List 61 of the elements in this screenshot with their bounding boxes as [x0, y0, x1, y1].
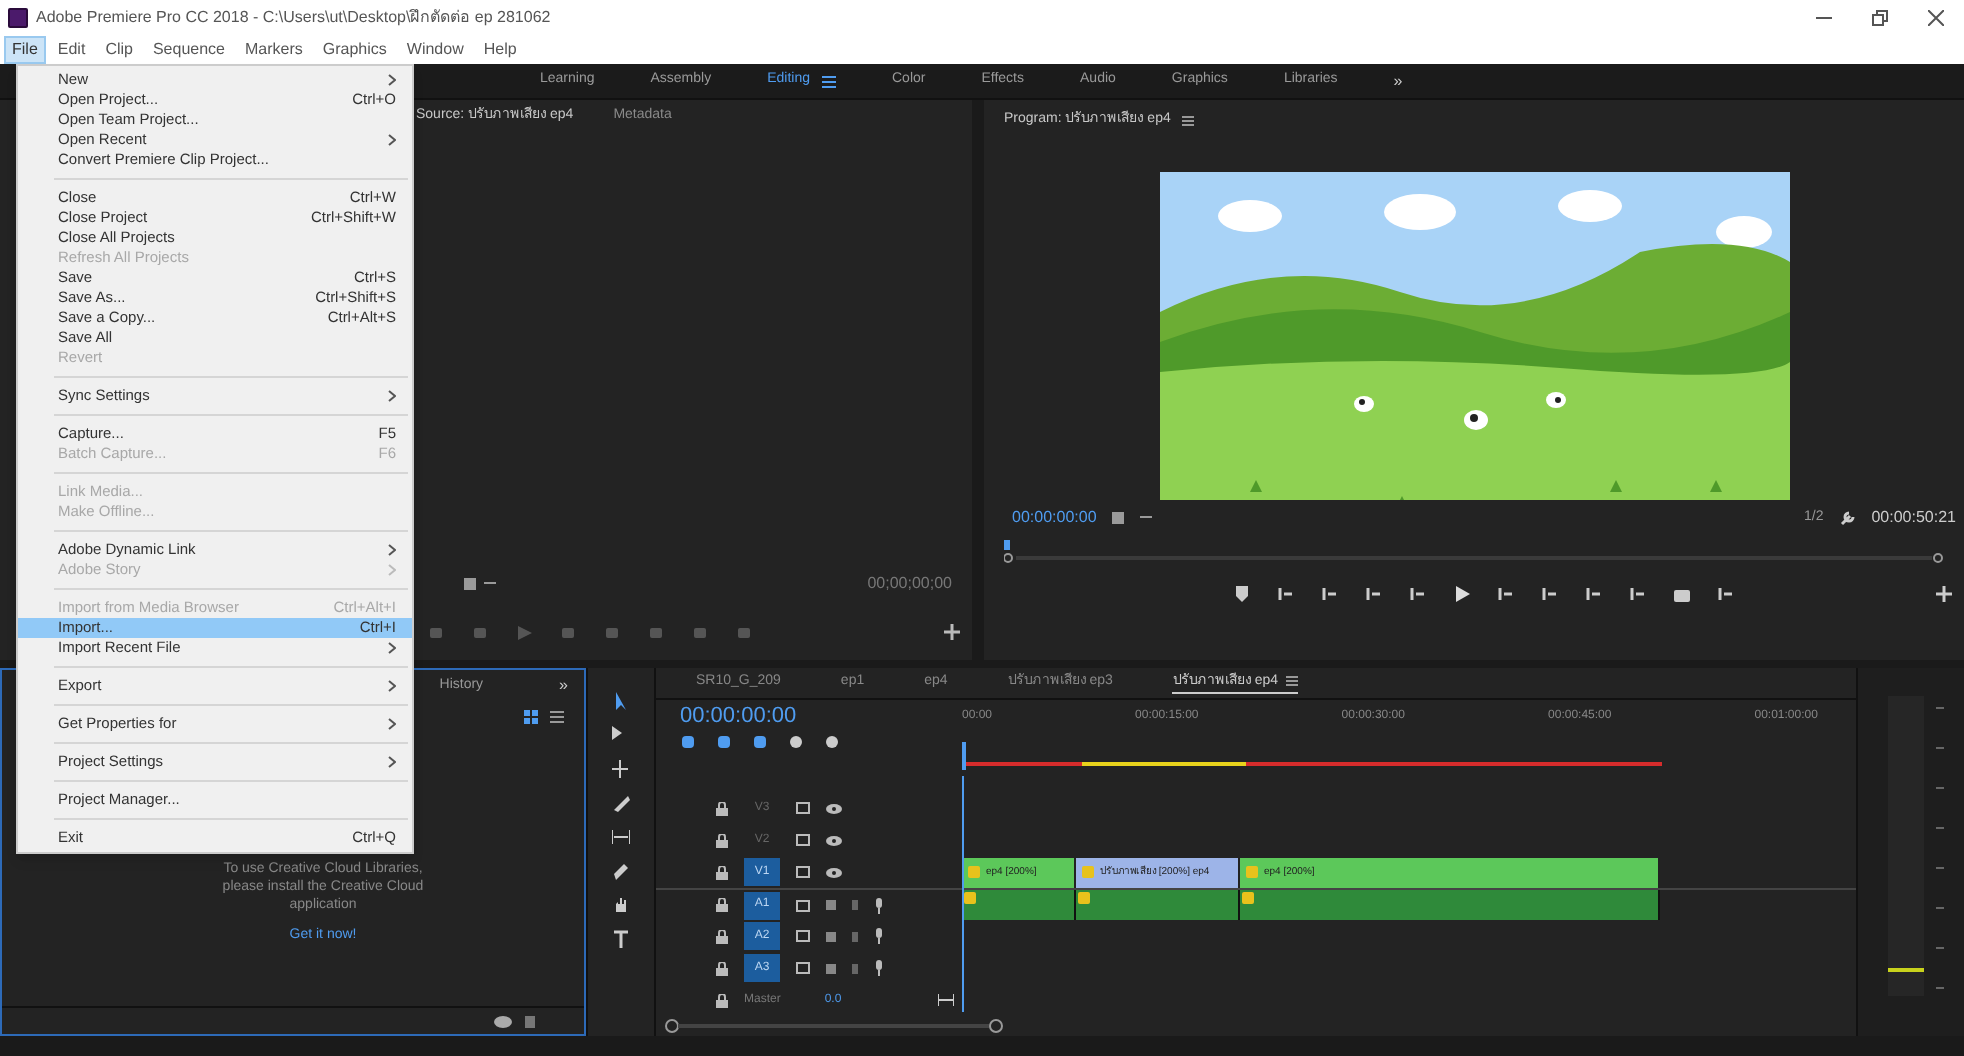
audio-clip[interactable]: [1076, 890, 1240, 921]
sync-lock-icon[interactable]: [796, 866, 810, 879]
ripple-edit-icon[interactable]: [612, 760, 630, 778]
lock-icon[interactable]: [716, 929, 728, 944]
audio-clip[interactable]: [962, 890, 1076, 921]
type-tool-icon[interactable]: [612, 930, 630, 948]
lock-icon[interactable]: [716, 993, 728, 1008]
menu-item[interactable]: Help: [475, 36, 525, 64]
fit-tracks-icon[interactable]: [938, 994, 954, 1007]
grid-view-icon[interactable]: [524, 709, 538, 723]
microphone-icon[interactable]: [874, 928, 884, 945]
lock-icon[interactable]: [716, 898, 728, 913]
hand-icon[interactable]: [612, 896, 630, 914]
sequence-timecode[interactable]: 00:00:00:00: [680, 703, 962, 728]
eye-icon[interactable]: [826, 867, 842, 878]
microphone-icon[interactable]: [874, 960, 884, 977]
pen-icon[interactable]: [612, 862, 630, 880]
menu-item[interactable]: Sequence: [144, 36, 233, 64]
close-icon[interactable]: [1928, 10, 1944, 26]
menu-icon: [822, 75, 836, 87]
lock-icon[interactable]: [716, 801, 728, 816]
window-title: Adobe Premiere Pro CC 2018 - C:\Users\ut\Desktop\ฝึกตัดต่อ ep 281062: [36, 6, 551, 30]
cloud-icon[interactable]: [494, 1014, 512, 1028]
sync-lock-icon[interactable]: [796, 899, 810, 912]
menu-item[interactable]: Clip: [97, 36, 141, 64]
razor-icon[interactable]: [612, 794, 630, 812]
eye-icon[interactable]: [826, 803, 842, 814]
play-icon[interactable]: [1454, 586, 1470, 602]
sync-lock-icon[interactable]: [796, 802, 810, 815]
source-timecode: 00;00;00;00: [867, 572, 952, 596]
lock-icon[interactable]: [716, 961, 728, 976]
panel-menu-icon[interactable]: [1182, 115, 1195, 125]
lock-icon[interactable]: [716, 833, 728, 848]
microphone-icon[interactable]: [874, 897, 884, 914]
wrench-icon[interactable]: [1839, 510, 1856, 526]
marker-icon[interactable]: [1234, 586, 1250, 602]
selection-tool-icon[interactable]: [612, 692, 630, 710]
audio-clip[interactable]: [1240, 890, 1660, 921]
more-panels-button[interactable]: »: [559, 674, 568, 698]
add-button-icon[interactable]: [1936, 586, 1952, 602]
menu-item[interactable]: Window: [398, 36, 472, 64]
app-icon: [8, 8, 28, 28]
add-button-icon[interactable]: [944, 624, 960, 640]
sync-lock-icon[interactable]: [796, 962, 810, 975]
eye-icon[interactable]: [826, 835, 842, 846]
lock-icon[interactable]: [716, 865, 728, 880]
zoom-dropdown-icon: [464, 578, 496, 590]
sync-lock-icon[interactable]: [796, 834, 810, 847]
menu-item[interactable]: Graphics: [314, 36, 395, 64]
more-workspaces-button[interactable]: »: [1393, 69, 1403, 93]
menu-item[interactable]: File: [4, 36, 46, 64]
program-current-time[interactable]: 00:00:00:00: [1012, 506, 1097, 530]
menu-item[interactable]: Edit: [49, 36, 94, 64]
fit-dropdown-icon: [1112, 512, 1153, 524]
list-view-icon[interactable]: [550, 709, 564, 723]
menu-item[interactable]: Markers: [237, 36, 311, 64]
restore-icon[interactable]: [1872, 10, 1888, 26]
sync-lock-icon[interactable]: [796, 930, 810, 943]
panel-menu-icon: [1286, 676, 1299, 687]
slip-icon[interactable]: [612, 828, 630, 846]
program-duration: 00:00:50:21: [1871, 506, 1956, 530]
